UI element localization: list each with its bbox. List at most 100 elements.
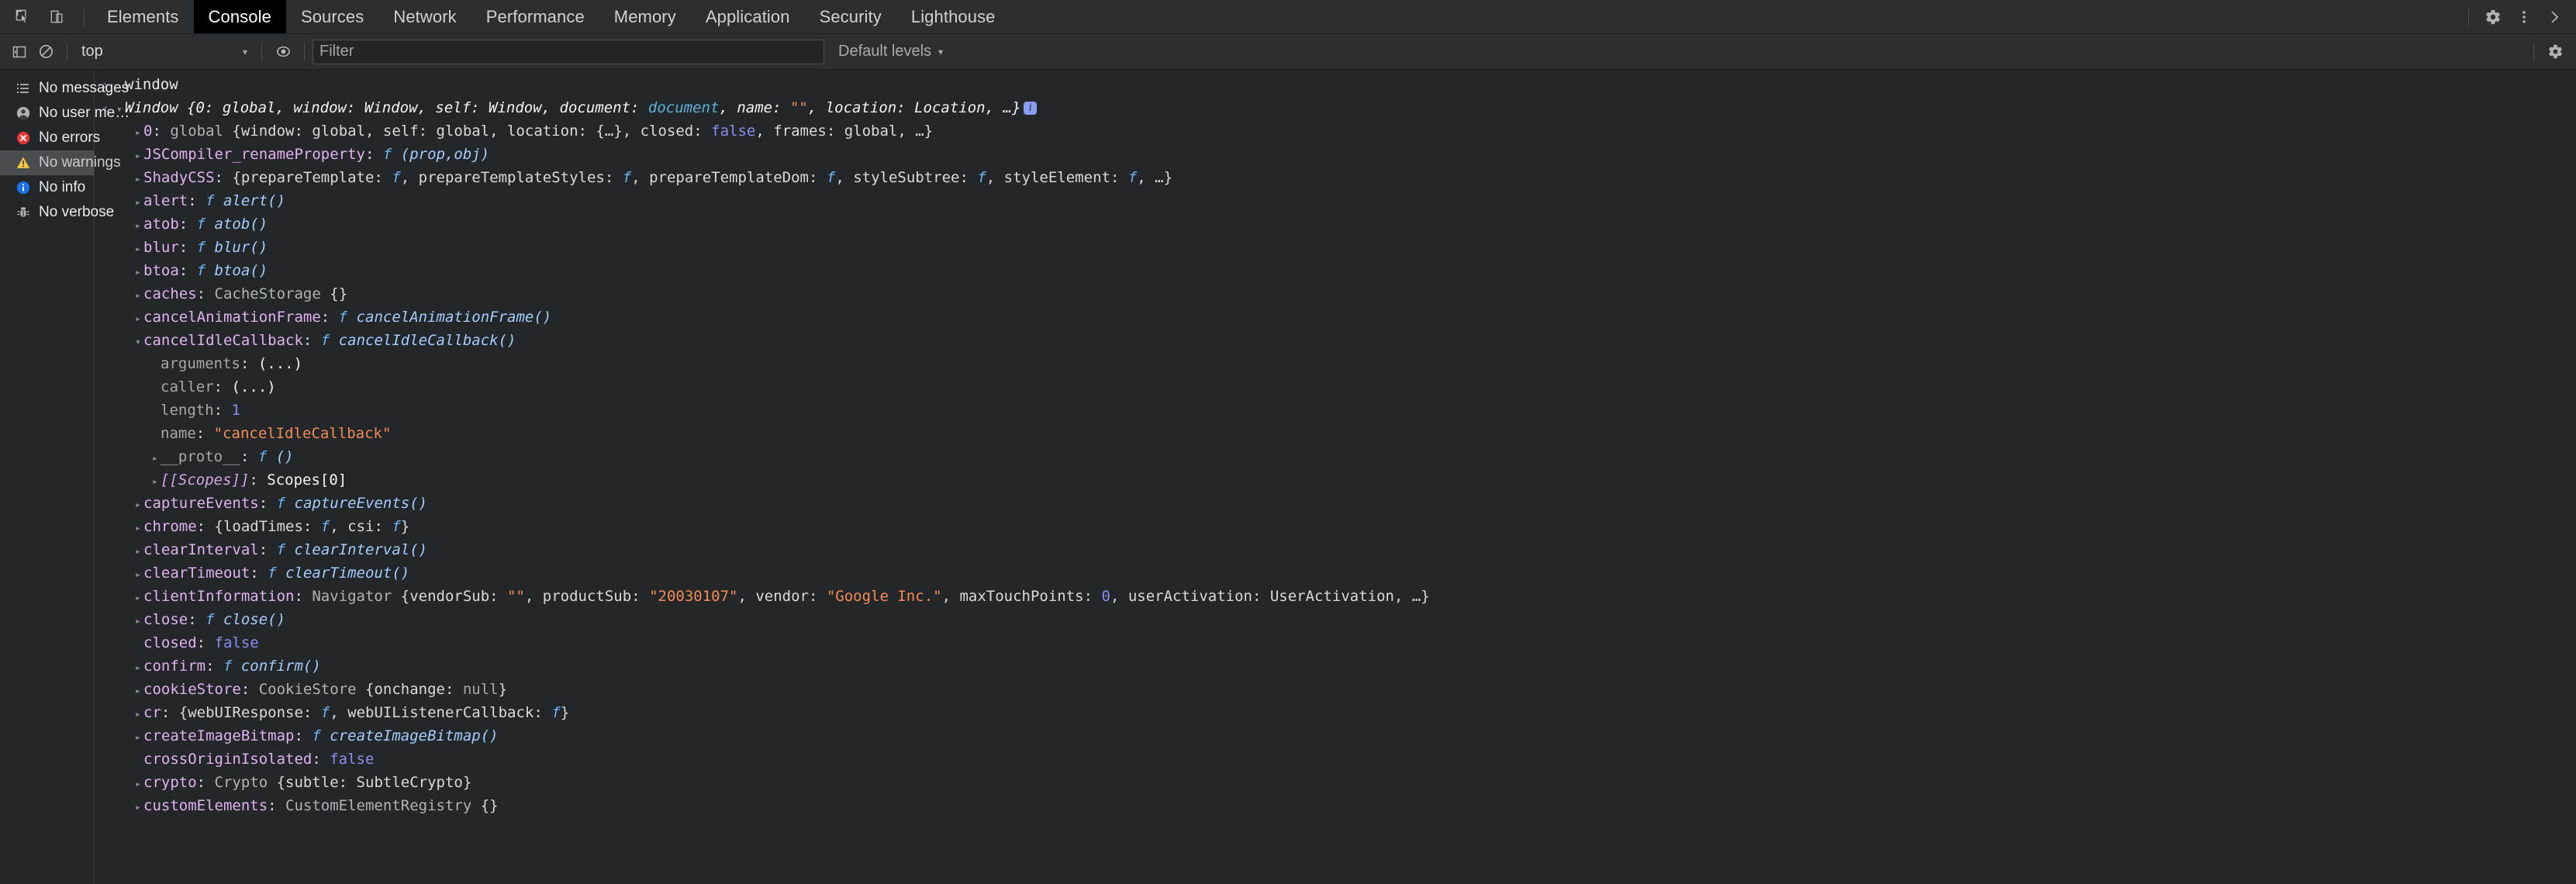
tab-performance[interactable]: Performance [471, 0, 599, 33]
console-token: global [170, 123, 233, 140]
disclosure-triangle-closed-icon[interactable] [135, 268, 143, 278]
console-property-row[interactable]: alert: f alert() [95, 189, 2576, 212]
filter-input[interactable] [313, 39, 824, 64]
sidebar-item-messages[interactable]: No messages [0, 76, 129, 101]
console-token: f [392, 169, 401, 186]
console-settings-gear-icon[interactable] [2542, 39, 2568, 65]
tab-console[interactable]: Console [193, 0, 286, 33]
console-property-row[interactable]: [[Scopes]]: Scopes[0] [95, 468, 2576, 492]
disclosure-triangle-open-icon[interactable] [135, 337, 143, 347]
console-property-row[interactable]: chrome: {loadTimes: f, csi: f} [95, 515, 2576, 538]
tab-memory[interactable]: Memory [599, 0, 691, 33]
disclosure-triangle-closed-icon[interactable] [135, 779, 143, 789]
execution-context-label: top [81, 43, 103, 60]
console-sidebar-toggle-icon[interactable] [6, 39, 33, 65]
inspect-element-icon[interactable] [8, 2, 37, 32]
tab-security[interactable]: Security [805, 0, 896, 33]
tab-application[interactable]: Application [691, 0, 805, 33]
console-property-row[interactable]: customElements: CustomElementRegistry {} [95, 794, 2576, 817]
tab-network[interactable]: Network [378, 0, 471, 33]
disclosure-triangle-closed-icon[interactable] [135, 151, 143, 161]
disclosure-triangle-open-icon[interactable] [116, 105, 125, 115]
console-property-row[interactable]: JSCompiler_renameProperty: f (prop,obj) [95, 143, 2576, 166]
console-property-row[interactable]: name: "cancelIdleCallback" [95, 422, 2576, 445]
console-output-area[interactable]: ›window‹Window {0: global, window: Windo… [95, 70, 2576, 884]
console-property-row[interactable]: ShadyCSS: {prepareTemplate: f, prepareTe… [95, 166, 2576, 189]
console-property-row[interactable]: cancelIdleCallback: f cancelIdleCallback… [95, 329, 2576, 352]
sidebar-item-warnings[interactable]: No warnings [0, 150, 121, 175]
disclosure-triangle-closed-icon[interactable] [135, 174, 143, 185]
settings-gear-icon[interactable] [2478, 2, 2508, 32]
console-property-row[interactable]: captureEvents: f captureEvents() [95, 492, 2576, 515]
console-property-row[interactable]: clearTimeout: f clearTimeout() [95, 561, 2576, 585]
console-line-text: cookieStore: CookieStore {onchange: null… [116, 678, 2576, 701]
console-line-text: clearTimeout: f clearTimeout() [116, 561, 2576, 585]
console-property-row[interactable]: crossOriginIsolated: false [95, 748, 2576, 771]
disclosure-triangle-closed-icon[interactable] [135, 593, 143, 603]
console-property-row[interactable]: cancelAnimationFrame: f cancelAnimationF… [95, 306, 2576, 329]
console-token: f [320, 332, 330, 349]
console-property-row[interactable]: btoa: f btoa() [95, 259, 2576, 282]
object-info-badge[interactable]: i [1024, 102, 1038, 115]
disclosure-triangle-closed-icon[interactable] [135, 500, 143, 510]
device-toolbar-icon[interactable] [42, 2, 71, 32]
console-property-row[interactable]: close: f close() [95, 608, 2576, 631]
sidebar-item-user-messages[interactable]: No user me… [0, 101, 129, 126]
disclosure-triangle-closed-icon[interactable] [135, 686, 143, 696]
disclosure-triangle-closed-icon[interactable] [135, 663, 143, 673]
console-line-text: crypto: Crypto {subtle: SubtleCrypto} [116, 771, 2576, 794]
console-property-row[interactable]: blur: f blur() [95, 236, 2576, 259]
console-property-row[interactable]: crypto: Crypto {subtle: SubtleCrypto} [95, 771, 2576, 794]
disclosure-triangle-closed-icon[interactable] [135, 221, 143, 231]
console-property-row[interactable]: cr: {webUIResponse: f, webUIListenerCall… [95, 701, 2576, 724]
disclosure-triangle-closed-icon[interactable] [135, 314, 143, 324]
disclosure-triangle-closed-icon[interactable] [135, 803, 143, 813]
console-property-row[interactable]: atob: f atob() [95, 212, 2576, 236]
disclosure-triangle-closed-icon[interactable] [135, 710, 143, 720]
disclosure-triangle-closed-icon[interactable] [135, 291, 143, 301]
console-property-row[interactable]: length: 1 [95, 399, 2576, 422]
disclosure-triangle-closed-icon[interactable] [135, 616, 143, 627]
tab-sources[interactable]: Sources [286, 0, 378, 33]
console-property-row[interactable]: closed: false [95, 631, 2576, 654]
execution-context-selector[interactable]: top ▾ [75, 40, 254, 64]
disclosure-triangle-closed-icon[interactable] [135, 547, 143, 557]
console-property-row[interactable]: caches: CacheStorage {} [95, 282, 2576, 306]
disclosure-triangle-closed-icon[interactable] [135, 244, 143, 254]
console-token: clearTimeout() [276, 565, 410, 582]
more-options-icon[interactable] [2509, 2, 2539, 32]
console-property-row[interactable]: __proto__: f () [95, 445, 2576, 468]
console-line-text: clientInformation: Navigator {vendorSub:… [116, 585, 2576, 608]
disclosure-triangle-closed-icon[interactable] [135, 570, 143, 580]
console-property-row[interactable]: clearInterval: f clearInterval() [95, 538, 2576, 561]
console-property-row[interactable]: caller: (...) [95, 375, 2576, 399]
live-expression-eye-icon[interactable] [270, 39, 296, 65]
disclosure-triangle-closed-icon[interactable] [135, 198, 143, 208]
console-property-row[interactable]: cookieStore: CookieStore {onchange: null… [95, 678, 2576, 701]
disclosure-triangle-closed-icon[interactable] [152, 454, 161, 464]
log-levels-selector[interactable]: Default levels ▾ [838, 43, 943, 60]
tab-lighthouse[interactable]: Lighthouse [896, 0, 1010, 33]
console-input-line[interactable]: › window [95, 73, 2576, 96]
tab-label: Performance [485, 6, 585, 26]
console-result-line[interactable]: ‹ Window {0: global, window: Window, self… [95, 96, 2576, 119]
disclosure-triangle-closed-icon[interactable] [135, 523, 143, 534]
close-devtools-icon[interactable] [2540, 2, 2570, 32]
disclosure-triangle-closed-icon[interactable] [152, 477, 161, 487]
disclosure-triangle-closed-icon[interactable] [135, 733, 143, 743]
sidebar-item-errors[interactable]: No errors [0, 126, 100, 150]
console-token: {} [480, 797, 499, 814]
sidebar-item-info[interactable]: No info [0, 175, 94, 200]
console-property-row[interactable]: arguments: (...) [95, 352, 2576, 375]
console-token: {subtle: SubtleCrypto} [276, 774, 472, 791]
disclosure-triangle-closed-icon[interactable] [135, 128, 143, 138]
clear-console-icon[interactable] [33, 39, 59, 65]
sidebar-item-verbose[interactable]: No verbose [0, 200, 114, 225]
console-property-row[interactable]: clientInformation: Navigator {vendorSub:… [95, 585, 2576, 608]
console-property-row[interactable]: confirm: f confirm() [95, 654, 2576, 678]
console-property-row[interactable]: 0: global {window: global, self: global,… [95, 119, 2576, 143]
console-property-row[interactable]: createImageBitmap: f createImageBitmap() [95, 724, 2576, 748]
tab-elements[interactable]: Elements [92, 0, 194, 33]
console-line-text: arguments: (...) [116, 352, 2576, 375]
